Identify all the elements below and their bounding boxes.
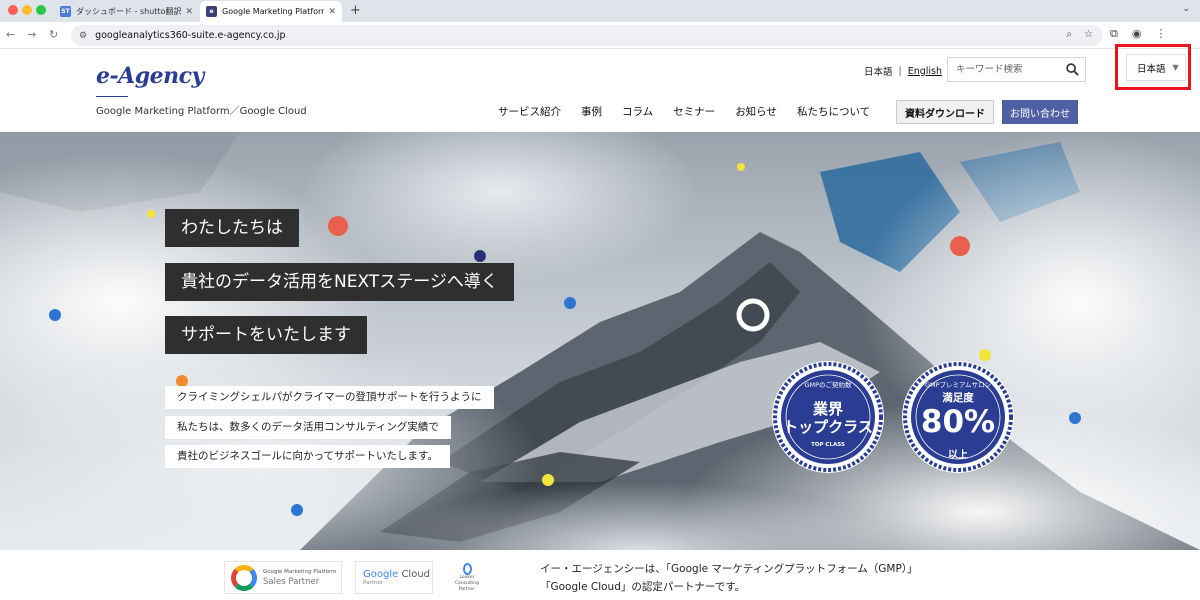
top-class-badge: GMPのご契約数 業界 トップクラス TOP CLASS — [771, 360, 885, 474]
partner-text-line-2: 「Google Cloud」の認定パートナーです。 — [540, 581, 746, 593]
badge-arc-text: GMPプレミアムサロン — [924, 381, 992, 389]
badge-value-text: 80% — [920, 404, 996, 440]
nav-item-column[interactable]: コラム — [622, 104, 653, 119]
gc-logo-sub: Partner — [363, 580, 383, 586]
hero-headline-2: 貴社のデータ活用をNEXTステージへ導く — [165, 263, 514, 301]
window-maximize-button[interactable] — [36, 5, 46, 15]
browser-menu-icon[interactable]: ⋮ — [1155, 27, 1166, 41]
window-minimize-button[interactable] — [22, 5, 32, 15]
looker-partner-logo[interactable]: Looker Consulting Partner — [449, 561, 485, 594]
new-tab-button[interactable]: + — [350, 3, 361, 18]
nav-item-seminar[interactable]: セミナー — [673, 104, 715, 119]
badge-arc-text: GMPのご契約数 — [804, 381, 852, 389]
hero-section: わたしたちは 貴社のデータ活用をNEXTステージへ導く サポートをいたします ク… — [0, 132, 1200, 550]
tab-title: ダッシュボード - shutto翻訳 — [76, 7, 182, 16]
gmp-logo-line-1: Google Marketing Platform — [263, 569, 337, 575]
language-selector-value: 日本語 — [1137, 63, 1166, 75]
logo-tagline: Google Marketing Platform／Google Cloud — [96, 106, 307, 117]
search-input[interactable] — [956, 64, 1064, 75]
dropdown-triangle-icon: ▼ — [1172, 63, 1179, 72]
browser-toolbar: ← → ↻ ⚙ googleanalytics360-suite.e-agenc… — [0, 22, 1200, 49]
lang-link-english[interactable]: English — [908, 66, 942, 77]
site-header: e-Agency Google Marketing Platform／Googl… — [0, 50, 1200, 132]
e-agency-favicon-icon: e — [206, 6, 217, 17]
search-icon[interactable] — [1066, 63, 1079, 76]
reload-icon[interactable]: ↻ — [49, 28, 58, 41]
site-settings-icon[interactable]: ⚙ — [79, 31, 87, 41]
tab-title: Google Marketing Platform , C — [222, 7, 324, 16]
nav-item-services[interactable]: サービス紹介 — [498, 104, 561, 119]
partners-bar: Google Marketing Platform Sales Partner … — [0, 550, 1200, 600]
badge-unit-text: 以上 — [948, 450, 968, 461]
forward-arrow-icon[interactable]: → — [27, 28, 36, 41]
window-close-button[interactable] — [8, 5, 18, 15]
badge-main-text-2: トップクラス — [783, 418, 873, 436]
partner-text-line-1: イー・エージェンシーは、「Google マーケティングプラットフォーム（GMP）… — [540, 563, 918, 575]
browser-tab-gmp[interactable]: e Google Marketing Platform , C ✕ — [200, 1, 342, 22]
gmp-ring-icon — [231, 564, 257, 591]
gmp-logo-line-2: Sales Partner — [263, 577, 320, 587]
e-agency-logo[interactable]: e-Agency — [96, 63, 204, 89]
hero-headline-3: サポートをいたします — [165, 316, 367, 354]
nav-item-about[interactable]: 私たちについて — [797, 104, 870, 119]
satisfaction-badge: GMPプレミアムサロン 満足度 80% 以上 — [901, 360, 1015, 474]
back-arrow-icon[interactable]: ← — [6, 28, 15, 41]
language-links: 日本語 | English — [864, 64, 942, 79]
logo-divider — [96, 96, 128, 97]
extensions-puzzle-icon[interactable]: ⧉ — [1110, 27, 1118, 41]
lang-separator: | — [898, 65, 902, 77]
badge-main-text-1: 業界 — [812, 400, 843, 418]
language-selector[interactable]: 日本語 ▼ — [1126, 54, 1186, 81]
nav-item-news[interactable]: お知らせ — [735, 104, 777, 119]
hero-subline-3: 貴社のビジネスゴールに向かってサポートいたします。 — [165, 445, 450, 468]
badge-top-text: 満足度 — [942, 392, 974, 404]
main-nav: サービス紹介 事例 コラム セミナー お知らせ 私たちについて — [498, 104, 870, 119]
hero-subline-1: クライミングシェルパがクライマーの登頂サポートを行うように — [165, 386, 494, 409]
contact-button[interactable]: お問い合わせ — [1002, 100, 1078, 124]
address-bar[interactable]: ⚙ googleanalytics360-suite.e-agency.co.j… — [71, 25, 1103, 46]
shutto-favicon-icon: ST — [60, 6, 71, 17]
bookmark-star-icon[interactable]: ☆ — [1084, 29, 1093, 40]
download-materials-button[interactable]: 資料ダウンロード — [896, 100, 994, 124]
google-cloud-partner-logo[interactable]: Google Cloud Partner — [355, 561, 433, 594]
lang-link-japanese[interactable]: 日本語 — [864, 64, 893, 78]
zoom-icon[interactable]: ⌕ — [1066, 29, 1072, 40]
site-search — [947, 57, 1086, 82]
gc-logo-cloud: Cloud — [398, 569, 431, 580]
hero-headline-1: わたしたちは — [165, 209, 299, 247]
tab-close-icon[interactable]: ✕ — [328, 7, 336, 17]
browser-tab-strip: ST ダッシュボード - shutto翻訳 ✕ e Google Marketi… — [0, 0, 1200, 22]
partner-description: イー・エージェンシーは、「Google マーケティングプラットフォーム（GMP）… — [540, 560, 918, 596]
gmp-sales-partner-logo[interactable]: Google Marketing Platform Sales Partner — [224, 561, 342, 594]
profile-icon[interactable]: ◉ — [1132, 27, 1142, 41]
browser-tab-shutto[interactable]: ST ダッシュボード - shutto翻訳 ✕ — [54, 1, 199, 22]
url-text: googleanalytics360-suite.e-agency.co.jp — [95, 30, 286, 41]
hero-subline-2: 私たちは、数多くのデータ活用コンサルティング実績で — [165, 416, 451, 439]
tab-close-icon[interactable]: ✕ — [185, 7, 193, 17]
nav-item-cases[interactable]: 事例 — [581, 104, 602, 119]
badge-sub-text: TOP CLASS — [811, 442, 845, 448]
tab-search-chevron-icon[interactable]: ⌄ — [1182, 4, 1190, 14]
gc-logo-name: Google Cloud — [363, 569, 430, 580]
looker-logo-text: Looker Consulting Partner — [455, 574, 479, 592]
looker-icon — [462, 562, 472, 575]
gc-logo-google: Google — [363, 569, 399, 580]
